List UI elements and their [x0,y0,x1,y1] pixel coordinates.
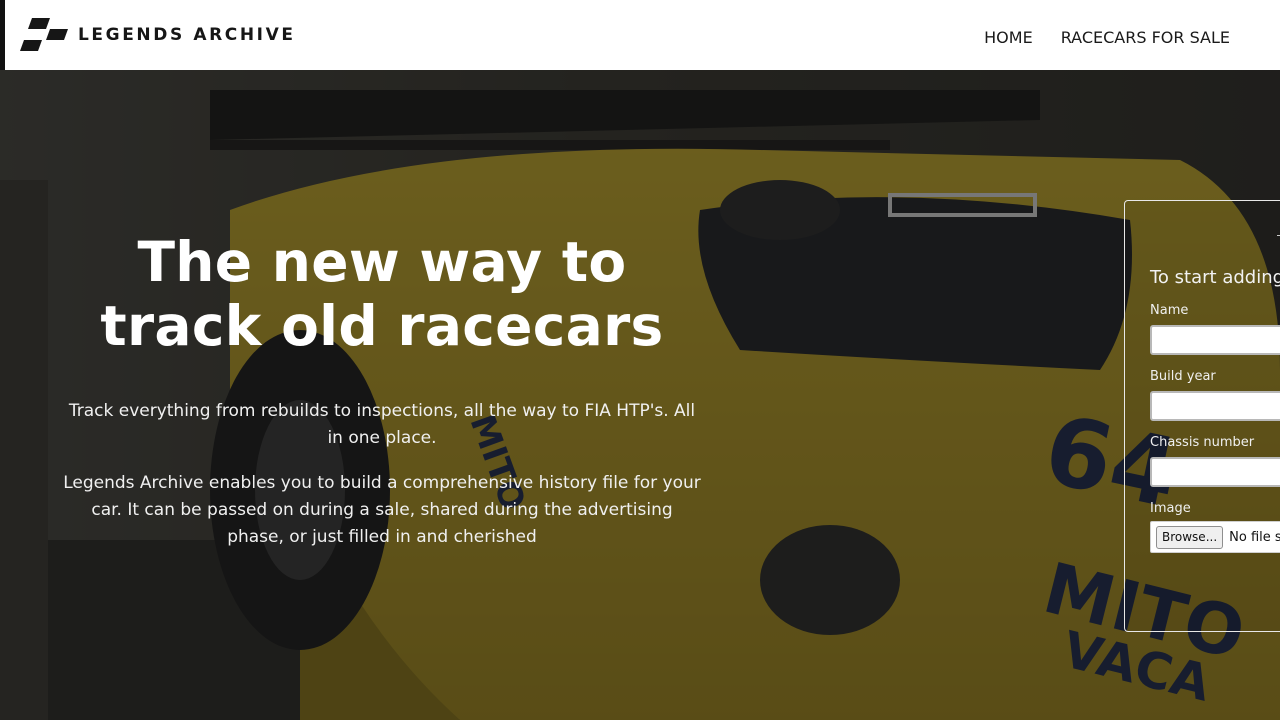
header-edge-bar [0,0,5,70]
nav-racecars-for-sale-link[interactable]: RACECARS FOR SALE [1061,28,1230,47]
build-year-input[interactable] [1150,391,1280,421]
site-header: LEGENDS ARCHIVE HOME RACECARS FOR SALE [0,0,1280,70]
form-intro-text: To start adding [1150,267,1280,288]
hero-title-line2: track old racecars [100,294,664,358]
main-nav: HOME RACECARS FOR SALE [956,0,1230,74]
site-logo[interactable]: LEGENDS ARCHIVE [18,17,296,53]
build-year-field-label: Build year [1150,369,1216,384]
hero-title: The new way to track old racecars [62,230,702,358]
logo-wordmark: LEGENDS ARCHIVE [78,25,296,45]
nav-home-link[interactable]: HOME [984,28,1033,47]
name-input[interactable] [1150,325,1280,355]
file-status-text: No file se [1229,529,1280,545]
add-car-form-card: To start adding Name Build year Chassis … [1124,200,1280,632]
browse-button[interactable]: Browse... [1156,525,1224,549]
chassis-number-field-label: Chassis number [1150,435,1255,450]
name-field-label: Name [1150,303,1189,318]
hero-subtitle: Track everything from rebuilds to inspec… [68,401,696,448]
hero-section: 64 MITO VACA MITO The new way to track o… [0,70,1280,720]
image-field-label: Image [1150,501,1191,516]
hero-text-block: The new way to track old racecars Track … [62,230,702,551]
chassis-number-input[interactable] [1150,457,1280,487]
checkered-flag-logo-icon [20,18,68,51]
hero-title-line1: The new way to [137,230,627,294]
image-file-input[interactable]: Browse... No file se [1150,521,1280,553]
hero-description: Legends Archive enables you to build a c… [63,473,701,547]
